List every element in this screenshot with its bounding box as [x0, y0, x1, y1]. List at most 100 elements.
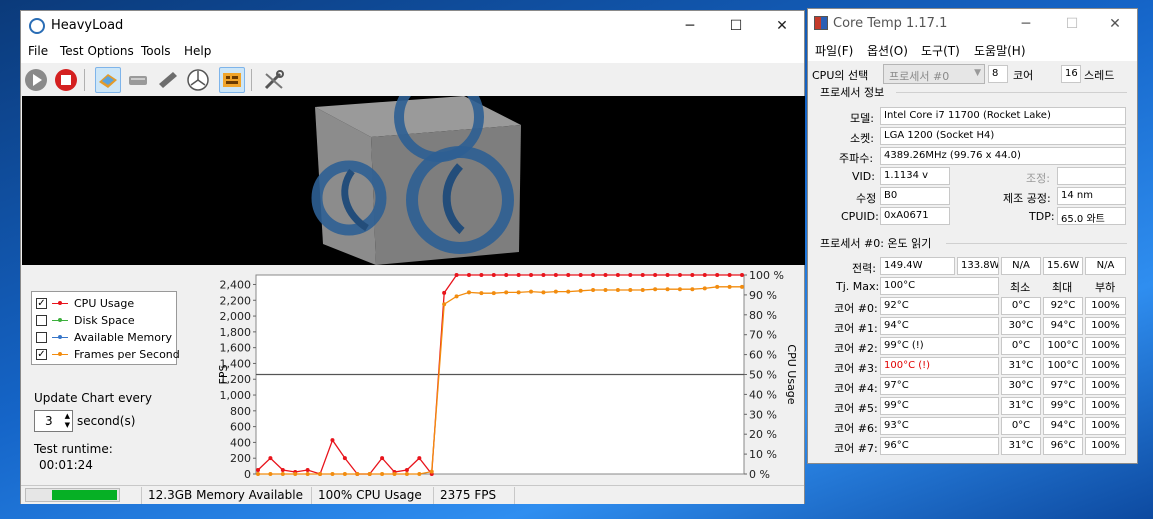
core-label: 코어 #7:	[834, 442, 878, 455]
data-point	[293, 472, 298, 476]
coretemp-menu-help[interactable]: 도움말(H)	[974, 42, 1026, 59]
data-point	[268, 456, 273, 461]
y-tick-label: 0	[244, 468, 251, 481]
heavyload-window: HeavyLoad ─ ☐ ✕ File Test Options Tools …	[20, 10, 805, 504]
start-test-button[interactable]	[23, 67, 49, 93]
update-chart-label: Update Chart every	[34, 391, 152, 405]
disk-stress-icon	[129, 76, 147, 85]
coretemp-menu-file[interactable]: 파일(F)	[815, 42, 853, 59]
coretemp-minimize-button[interactable]: ─	[1003, 9, 1049, 39]
y2-tick-label: 80 %	[749, 309, 777, 322]
disk-stress-button[interactable]	[125, 67, 151, 93]
processor-info-rule	[896, 92, 1127, 93]
power-dram: 15.6W	[1043, 257, 1083, 275]
coretemp-window: Core Temp 1.17.1 ─ ☐ ✕ 파일(F) 옵션(O) 도구(T)…	[807, 8, 1138, 464]
core-load: 100%	[1085, 377, 1126, 395]
memory-stress-button[interactable]	[155, 67, 181, 93]
data-point	[454, 294, 459, 299]
core-min-temp: 31°C	[1001, 397, 1041, 415]
core-load: 100%	[1085, 437, 1126, 455]
data-point	[591, 288, 596, 293]
adjust-value	[1057, 167, 1126, 185]
data-point	[740, 284, 744, 289]
menu-help[interactable]: Help	[184, 44, 211, 58]
menu-test-options[interactable]: Test Options	[60, 44, 134, 58]
data-point	[491, 291, 496, 296]
core-load: 100%	[1085, 357, 1126, 375]
core-max-temp: 100°C	[1043, 357, 1083, 375]
data-point	[404, 468, 409, 473]
legend-item[interactable]: Disk Space	[36, 314, 176, 329]
model-value: Intel Core i7 11700 (Rocket Lake)	[880, 107, 1126, 125]
gpu-stress-button[interactable]	[185, 67, 211, 93]
data-point	[256, 468, 260, 473]
coretemp-close-button[interactable]: ✕	[1092, 9, 1138, 39]
status-divider	[311, 487, 312, 504]
data-point	[404, 472, 409, 476]
data-point	[553, 273, 558, 277]
legend-checkbox[interactable]	[36, 315, 47, 326]
menu-file[interactable]: File	[28, 44, 48, 58]
data-point	[280, 472, 285, 476]
core-min-temp: 0°C	[1001, 337, 1041, 355]
coretemp-menu-options[interactable]: 옵션(O)	[867, 42, 908, 59]
core-max-temp: 99°C	[1043, 397, 1083, 415]
data-point	[677, 287, 682, 292]
data-point	[603, 288, 608, 293]
data-point	[628, 288, 633, 293]
data-point	[653, 287, 658, 292]
legend-item[interactable]: Available Memory	[36, 331, 176, 346]
core-load: 100%	[1085, 317, 1126, 335]
legend-checkbox[interactable]: ✓	[36, 298, 47, 309]
legend-checkbox[interactable]	[36, 332, 47, 343]
tjmax-value: 100°C	[880, 277, 999, 295]
data-point	[529, 273, 534, 277]
status-bar: 12.3GB Memory Available 100% CPU Usage 2…	[21, 485, 804, 504]
menu-tools[interactable]: Tools	[141, 44, 171, 58]
coretemp-app-icon	[814, 16, 828, 30]
coretemp-titlebar[interactable]: Core Temp 1.17.1 ─ ☐ ✕	[808, 9, 1137, 39]
data-point	[504, 290, 509, 295]
coretemp-maximize-button[interactable]: ☐	[1049, 9, 1095, 39]
cpu-select-dropdown[interactable]: 프로세서 #0 ▼	[883, 64, 985, 84]
close-button[interactable]: ✕	[759, 11, 805, 41]
legend-item[interactable]: ✓ CPU Usage	[36, 297, 176, 312]
maximize-button[interactable]: ☐	[713, 11, 759, 41]
temperature-rule	[946, 243, 1127, 244]
legend-checkbox[interactable]: ✓	[36, 349, 47, 360]
heavyload-app-icon	[29, 18, 45, 34]
socket-value: LGA 1200 (Socket H4)	[880, 127, 1126, 145]
legend-item[interactable]: ✓ Frames per Second	[36, 348, 180, 363]
y-tick-label: 2,000	[220, 310, 252, 323]
test-selection-button[interactable]	[219, 67, 245, 93]
core-temperature: 92°C	[880, 297, 999, 315]
coretemp-menu-tools[interactable]: 도구(T)	[921, 42, 960, 59]
interval-spinner[interactable]: 3 ▲ ▼	[34, 410, 73, 432]
y2-tick-label: 90 %	[749, 289, 777, 302]
data-point	[640, 273, 645, 277]
core-min-temp: 0°C	[1001, 417, 1041, 435]
cpu-stress-button[interactable]	[95, 67, 121, 93]
power-label: 전력:	[852, 262, 876, 275]
socket-label: 소켓:	[850, 132, 874, 145]
y2-tick-label: 10 %	[749, 448, 777, 461]
core-min-temp: 31°C	[1001, 437, 1041, 455]
heavyload-titlebar[interactable]: HeavyLoad ─ ☐ ✕	[21, 11, 804, 41]
stop-test-button[interactable]	[53, 67, 79, 93]
spinner-up-icon[interactable]: ▲	[65, 412, 70, 420]
data-point	[466, 290, 471, 295]
cpuid-label: CPUID:	[841, 210, 879, 223]
minimize-button[interactable]: ─	[667, 11, 713, 41]
data-point	[305, 468, 310, 473]
y2-tick-label: 30 %	[749, 408, 777, 421]
data-point	[466, 273, 471, 277]
data-point	[442, 290, 447, 295]
col-min-header: 최소	[1010, 281, 1031, 294]
cpu-stress-icon	[99, 74, 117, 88]
performance-chart: 02004006008001,0001,2001,4001,6001,8002,…	[217, 269, 796, 481]
spinner-down-icon[interactable]: ▼	[65, 421, 70, 429]
core-temperature: 99°C (!)	[880, 337, 999, 355]
data-point	[529, 289, 534, 294]
settings-button[interactable]	[261, 67, 287, 93]
y-tick-label: 2,200	[220, 294, 252, 307]
